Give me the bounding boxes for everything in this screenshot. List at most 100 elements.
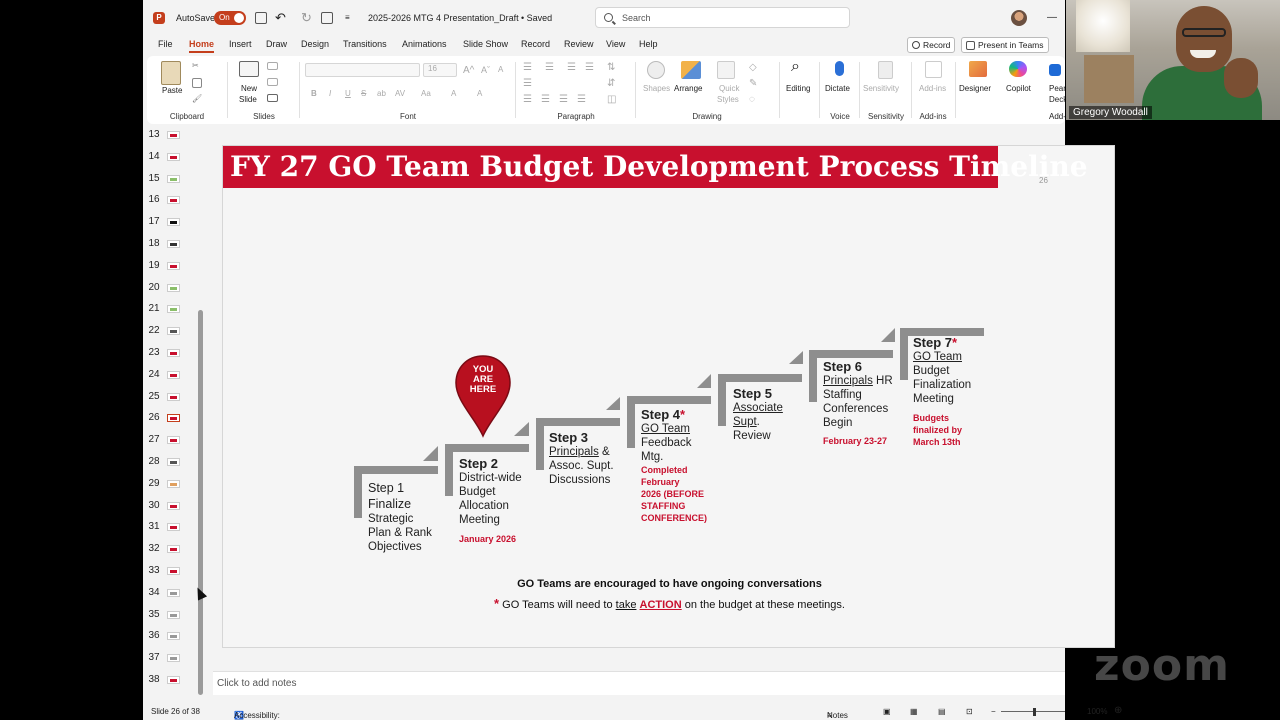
slide-thumbnail-image[interactable] [167,218,180,227]
microphone-icon[interactable] [835,61,844,76]
shapes-icon[interactable] [647,61,665,79]
slide-thumbnail[interactable]: 27 [143,431,205,451]
slide-thumbnail-image[interactable] [167,588,180,597]
slide-thumbnail-image[interactable] [167,654,180,663]
zoom-slider-thumb[interactable] [1033,708,1036,716]
pear-deck-icon[interactable] [1049,64,1061,76]
minimize-button[interactable]: — [1047,0,1057,35]
slide-thumbnail[interactable]: 35 [143,606,205,626]
fit-to-window-icon[interactable]: ⊕ [1114,705,1122,716]
editing-button[interactable]: Editing [786,84,810,93]
shrink-font-icon[interactable]: Aˇ [481,65,490,75]
designer-icon[interactable] [969,61,987,77]
tab-design[interactable]: Design [301,39,329,49]
numbering-icon[interactable]: ☰ [545,62,554,73]
new-slide-icon[interactable] [239,61,259,77]
slide-thumbnail-image[interactable] [167,305,180,314]
redo-icon[interactable]: ↻ [301,0,312,35]
tab-home[interactable]: Home [189,39,215,53]
slide-thumbnail[interactable]: 21 [143,300,205,320]
slide-thumbnail[interactable]: 31 [143,518,205,538]
format-painter-icon[interactable]: 🖌 [192,94,202,103]
present-from-start-icon[interactable] [321,11,333,24]
slideshow-icon[interactable]: ⊡ [966,707,973,716]
slide-thumbnail-image[interactable] [167,327,180,336]
highlight-button[interactable]: A [451,89,456,98]
tab-file[interactable]: File [158,39,173,49]
slide-thumbnail[interactable]: 29 [143,475,205,495]
slide-thumbnail-image[interactable] [167,370,180,379]
font-size-select[interactable]: 16 [423,63,457,77]
reset-icon[interactable] [267,78,278,86]
align-text-icon[interactable]: ⇵ [607,78,615,89]
slide-canvas[interactable]: FY 27 GO Team Budget Development Process… [222,145,1115,648]
save-state[interactable]: • Saved [521,0,552,35]
slide-thumbnail-image[interactable] [167,523,180,532]
slide-thumbnail[interactable]: 13 [143,126,205,146]
file-name[interactable]: 2025-2026 MTG 4 Presentation_Draft [368,0,519,35]
tab-animations[interactable]: Animations [402,39,447,49]
align-right-icon[interactable]: ☰ [559,94,568,105]
slide-thumbnail[interactable]: 38 [143,671,205,691]
layout-icon[interactable] [267,62,278,70]
decrease-indent-icon[interactable]: ☰ [567,62,576,73]
slide-thumbnail-image[interactable] [167,545,180,554]
clear-format-icon[interactable]: A [498,65,503,74]
slide-thumbnail[interactable]: 15 [143,170,205,190]
autosave-toggle[interactable]: On [214,10,246,25]
slide-thumbnail[interactable]: 17 [143,213,205,233]
slide-thumbnail[interactable]: 32 [143,540,205,560]
strikethrough-button[interactable]: S [361,89,366,98]
reading-view-icon[interactable]: ▤ [938,707,946,716]
slide-thumbnail[interactable]: 23 [143,344,205,364]
slide-thumbnail-image[interactable] [167,240,180,248]
paste-button[interactable]: Paste [162,86,182,95]
slide-thumbnail[interactable]: 30 [143,497,205,517]
paste-icon[interactable] [161,61,181,85]
line-spacing-icon[interactable]: ☰ [523,78,532,89]
slide-thumbnail-image[interactable] [167,676,180,684]
section-icon[interactable] [267,94,278,102]
shape-outline-icon[interactable]: ✎ [749,78,757,89]
arrange-icon[interactable] [681,61,701,79]
normal-view-icon[interactable]: ▣ [883,707,891,716]
font-color-button[interactable]: A [477,89,482,98]
slide-thumbnail-image[interactable] [167,610,180,619]
copilot-button[interactable]: Copilot [1006,84,1031,93]
slide-thumbnail[interactable]: 37 [143,649,205,669]
tab-draw[interactable]: Draw [266,39,287,49]
change-case-button[interactable]: Aa [421,89,431,98]
tab-view[interactable]: View [606,39,625,49]
slide-thumbnail-image[interactable] [167,479,180,488]
slide-thumbnail[interactable]: 22 [143,322,205,342]
slide-sorter-icon[interactable]: ▦ [910,707,918,716]
slide-thumbnail-image[interactable] [167,501,180,510]
copy-icon[interactable] [192,78,202,88]
addins-icon[interactable] [925,61,942,78]
notes-pane[interactable]: Click to add notes [213,671,1065,695]
text-direction-icon[interactable]: ⇅ [607,62,615,73]
present-in-teams-button[interactable]: Present in Teams [961,37,1049,53]
copilot-icon[interactable] [1009,61,1027,77]
quick-styles-icon[interactable] [717,61,735,79]
tab-transitions[interactable]: Transitions [343,39,387,49]
zoom-out-icon[interactable]: − [991,707,996,716]
increase-indent-icon[interactable]: ☰ [585,62,594,73]
tab-review[interactable]: Review [564,39,594,49]
tab-insert[interactable]: Insert [229,39,252,49]
customize-qat-icon[interactable]: ≡ [345,0,350,35]
zoom-level[interactable]: 100% [1087,707,1107,716]
slide-thumbnail[interactable]: 19 [143,257,205,277]
slide-thumbnail-image[interactable] [167,349,180,357]
slide-thumbnail-image[interactable] [167,152,180,161]
slide-thumbnail-image[interactable] [167,131,180,139]
slide-thumbnail[interactable]: 33 [143,562,205,582]
italic-button[interactable]: I [329,89,331,98]
slide-thumbnail[interactable]: 20 [143,279,205,299]
align-left-icon[interactable]: ☰ [523,94,532,105]
slide-thumbnail[interactable]: 18 [143,235,205,255]
bold-button[interactable]: B [311,89,317,98]
slide-thumbnail-image[interactable] [167,283,180,292]
shape-effects-icon[interactable]: ◌ [749,94,755,105]
tab-help[interactable]: Help [639,39,658,49]
